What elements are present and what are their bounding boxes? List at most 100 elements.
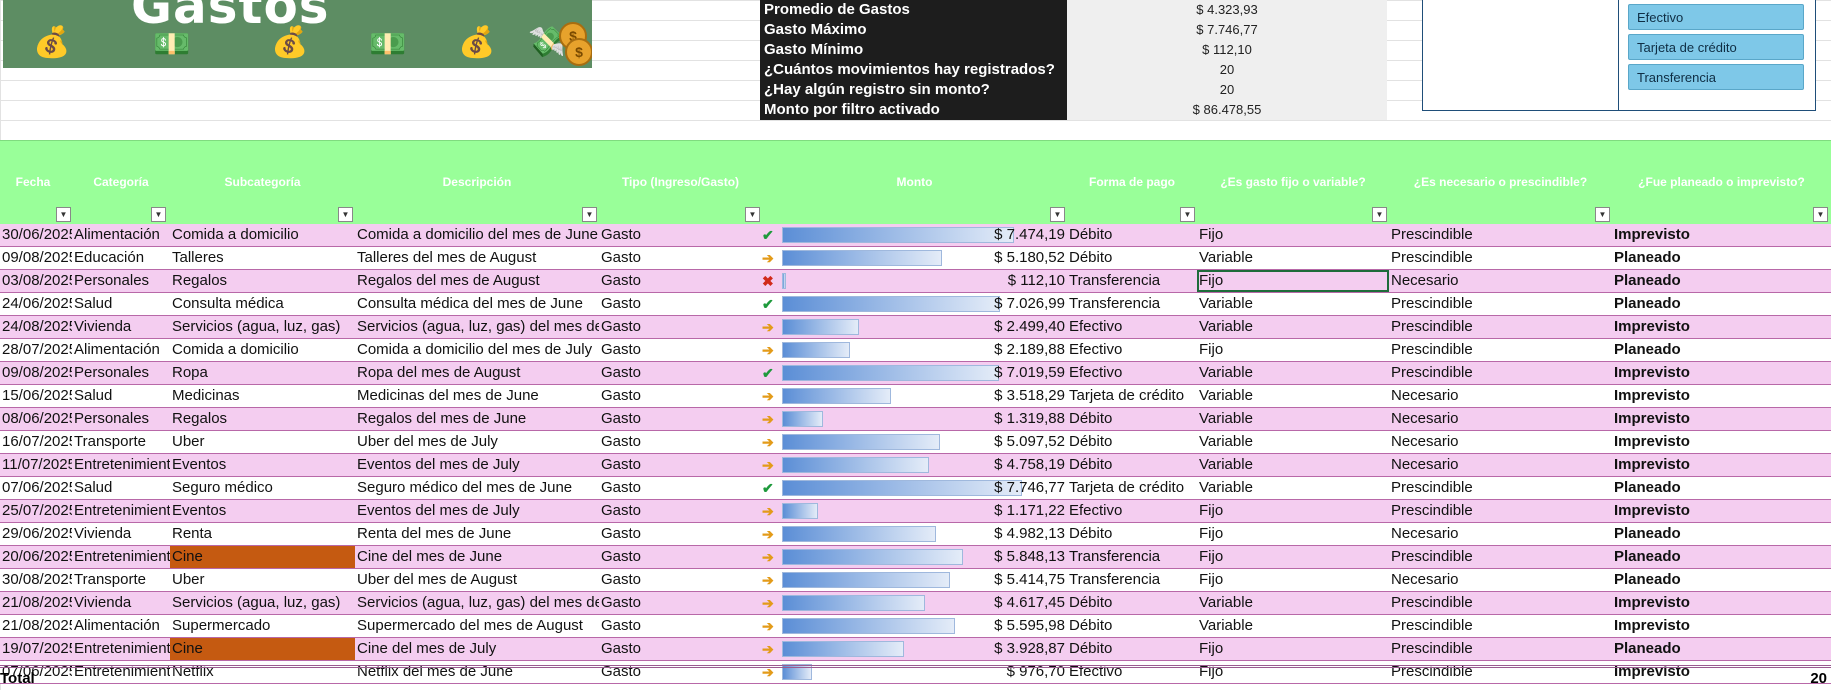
cell-descripcion[interactable]: Consulta médica del mes de June <box>355 293 599 315</box>
cell-subcategoria[interactable]: Ropa <box>170 362 355 384</box>
slicer-item-tarjeta[interactable]: Tarjeta de crédito <box>1628 34 1804 60</box>
cell-categoria[interactable]: Entretenimiento <box>72 454 170 476</box>
cell-fijo-variable[interactable]: Fijo <box>1197 500 1389 522</box>
col-header-fijo-variable[interactable]: ¿Es gasto fijo o variable? <box>1197 175 1389 195</box>
cell-fecha[interactable]: 19/07/2025 <box>0 638 72 660</box>
cell-fecha[interactable]: 24/06/2025 <box>0 293 72 315</box>
cell-fecha[interactable]: 11/07/2025 <box>0 454 72 476</box>
cell-tipo[interactable]: Gasto <box>599 615 762 637</box>
cell-fijo-variable[interactable]: Fijo <box>1197 546 1389 568</box>
cell-tipo[interactable]: Gasto <box>599 638 762 660</box>
cell-descripcion[interactable]: Uber del mes de July <box>355 431 599 453</box>
cell-fecha[interactable]: 03/08/2025 <box>0 270 72 292</box>
cell-monto[interactable]: $ 112,10 <box>762 270 1067 292</box>
filter-dropdown-icon[interactable]: ▼ <box>1813 207 1828 222</box>
cell-planeado[interactable]: Planeado <box>1612 546 1831 568</box>
cell-descripcion[interactable]: Seguro médico del mes de June <box>355 477 599 499</box>
cell-fecha[interactable]: 21/08/2025 <box>0 592 72 614</box>
col-header-fecha[interactable]: Fecha <box>0 175 66 195</box>
cell-forma-pago[interactable]: Débito <box>1067 638 1197 660</box>
cell-planeado[interactable]: Planeado <box>1612 523 1831 545</box>
cell-planeado[interactable]: Planeado <box>1612 247 1831 269</box>
col-header-categoria[interactable]: Categoría <box>72 175 170 195</box>
cell-monto[interactable]: $ 5.595,98 <box>762 615 1067 637</box>
cell-subcategoria[interactable]: Comida a domicilio <box>170 224 355 246</box>
cell-subcategoria[interactable]: Cine <box>170 546 355 568</box>
cell-fijo-variable[interactable]: Fijo <box>1197 523 1389 545</box>
stat-value[interactable]: $ 7.746,77 <box>1067 20 1387 40</box>
cell-forma-pago[interactable]: Débito <box>1067 408 1197 430</box>
table-row[interactable]: ➔ 28/07/2025 Alimentación Comida a domicili… <box>0 339 1831 362</box>
cell-categoria[interactable]: Alimentación <box>72 615 170 637</box>
cell-tipo[interactable]: Gasto <box>599 362 762 384</box>
cell-subcategoria[interactable]: Regalos <box>170 270 355 292</box>
table-row[interactable]: ➔ 19/07/2025 Entretenimiento Cine Cine del m… <box>0 638 1831 661</box>
cell-necesario[interactable]: Prescindible <box>1389 362 1612 384</box>
cell-fijo-variable[interactable]: Variable <box>1197 615 1389 637</box>
cell-subcategoria[interactable]: Seguro médico <box>170 477 355 499</box>
table-row[interactable]: ✔ 09/08/2025 Personales Ropa Ropa del mes de… <box>0 362 1831 385</box>
cell-categoria[interactable]: Salud <box>72 385 170 407</box>
payment-slicer[interactable]: Efectivo Tarjeta de crédito Transferenci… <box>1422 0 1816 111</box>
cell-fijo-variable[interactable]: Fijo <box>1197 270 1389 292</box>
cell-necesario[interactable]: Prescindible <box>1389 224 1612 246</box>
cell-categoria[interactable]: Personales <box>72 408 170 430</box>
cell-categoria[interactable]: Salud <box>72 477 170 499</box>
cell-planeado[interactable]: Planeado <box>1612 477 1831 499</box>
cell-descripcion[interactable]: Talleres del mes de August <box>355 247 599 269</box>
cell-monto[interactable]: $ 7.474,19 <box>762 224 1067 246</box>
cell-tipo[interactable]: Gasto <box>599 500 762 522</box>
cell-necesario[interactable]: Prescindible <box>1389 477 1612 499</box>
cell-descripcion[interactable]: Regalos del mes de August <box>355 270 599 292</box>
cell-monto[interactable]: $ 2.499,40 <box>762 316 1067 338</box>
filter-dropdown-icon[interactable]: ▼ <box>1595 207 1610 222</box>
cell-categoria[interactable]: Vivienda <box>72 523 170 545</box>
cell-planeado[interactable]: Imprevisto <box>1612 362 1831 384</box>
cell-monto[interactable]: $ 1.319,88 <box>762 408 1067 430</box>
cell-necesario[interactable]: Prescindible <box>1389 546 1612 568</box>
cell-subcategoria[interactable]: Servicios (agua, luz, gas) <box>170 592 355 614</box>
col-header-descripcion[interactable]: Descripción <box>355 175 599 195</box>
cell-fijo-variable[interactable]: Variable <box>1197 454 1389 476</box>
table-row[interactable]: ➔ 24/08/2025 Vivienda Servicios (agua, luz,… <box>0 316 1831 339</box>
cell-tipo[interactable]: Gasto <box>599 316 762 338</box>
cell-categoria[interactable]: Entretenimiento <box>72 500 170 522</box>
cell-subcategoria[interactable]: Eventos <box>170 500 355 522</box>
table-row[interactable]: ✔ 07/06/2025 Salud Seguro médico Seguro médi… <box>0 477 1831 500</box>
cell-necesario[interactable]: Necesario <box>1389 569 1612 591</box>
cell-subcategoria[interactable]: Talleres <box>170 247 355 269</box>
slicer-item-transferencia[interactable]: Transferencia <box>1628 64 1804 90</box>
cell-forma-pago[interactable]: Débito <box>1067 224 1197 246</box>
cell-planeado[interactable]: Planeado <box>1612 638 1831 660</box>
cell-necesario[interactable]: Necesario <box>1389 431 1612 453</box>
cell-tipo[interactable]: Gasto <box>599 293 762 315</box>
cell-planeado[interactable]: Planeado <box>1612 293 1831 315</box>
cell-necesario[interactable]: Prescindible <box>1389 316 1612 338</box>
filter-dropdown-icon[interactable]: ▼ <box>745 207 760 222</box>
cell-forma-pago[interactable]: Efectivo <box>1067 316 1197 338</box>
cell-fecha[interactable]: 21/08/2025 <box>0 615 72 637</box>
cell-tipo[interactable]: Gasto <box>599 523 762 545</box>
cell-forma-pago[interactable]: Débito <box>1067 592 1197 614</box>
cell-subcategoria[interactable]: Supermercado <box>170 615 355 637</box>
stat-value[interactable]: 20 <box>1067 80 1387 100</box>
cell-forma-pago[interactable]: Tarjeta de crédito <box>1067 477 1197 499</box>
table-row[interactable]: ➔ 11/07/2025 Entretenimiento Eventos Eventos… <box>0 454 1831 477</box>
cell-categoria[interactable]: Transporte <box>72 569 170 591</box>
cell-subcategoria[interactable]: Eventos <box>170 454 355 476</box>
stat-value[interactable]: $ 4.323,93 <box>1067 0 1387 20</box>
cell-planeado[interactable]: Planeado <box>1612 270 1831 292</box>
cell-fecha[interactable]: 24/08/2025 <box>0 316 72 338</box>
cell-monto[interactable]: $ 5.097,52 <box>762 431 1067 453</box>
cell-necesario[interactable]: Necesario <box>1389 454 1612 476</box>
cell-subcategoria[interactable]: Medicinas <box>170 385 355 407</box>
cell-categoria[interactable]: Alimentación <box>72 339 170 361</box>
cell-fecha[interactable]: 29/06/2025 <box>0 523 72 545</box>
cell-subcategoria[interactable]: Uber <box>170 431 355 453</box>
table-row[interactable]: ➔ 30/08/2025 Transporte Uber Uber del mes de… <box>0 569 1831 592</box>
cell-fijo-variable[interactable]: Variable <box>1197 316 1389 338</box>
cell-categoria[interactable]: Educación <box>72 247 170 269</box>
filter-dropdown-icon[interactable]: ▼ <box>582 207 597 222</box>
cell-tipo[interactable]: Gasto <box>599 454 762 476</box>
table-row[interactable]: ➔ 16/07/2025 Transporte Uber Uber del mes de… <box>0 431 1831 454</box>
